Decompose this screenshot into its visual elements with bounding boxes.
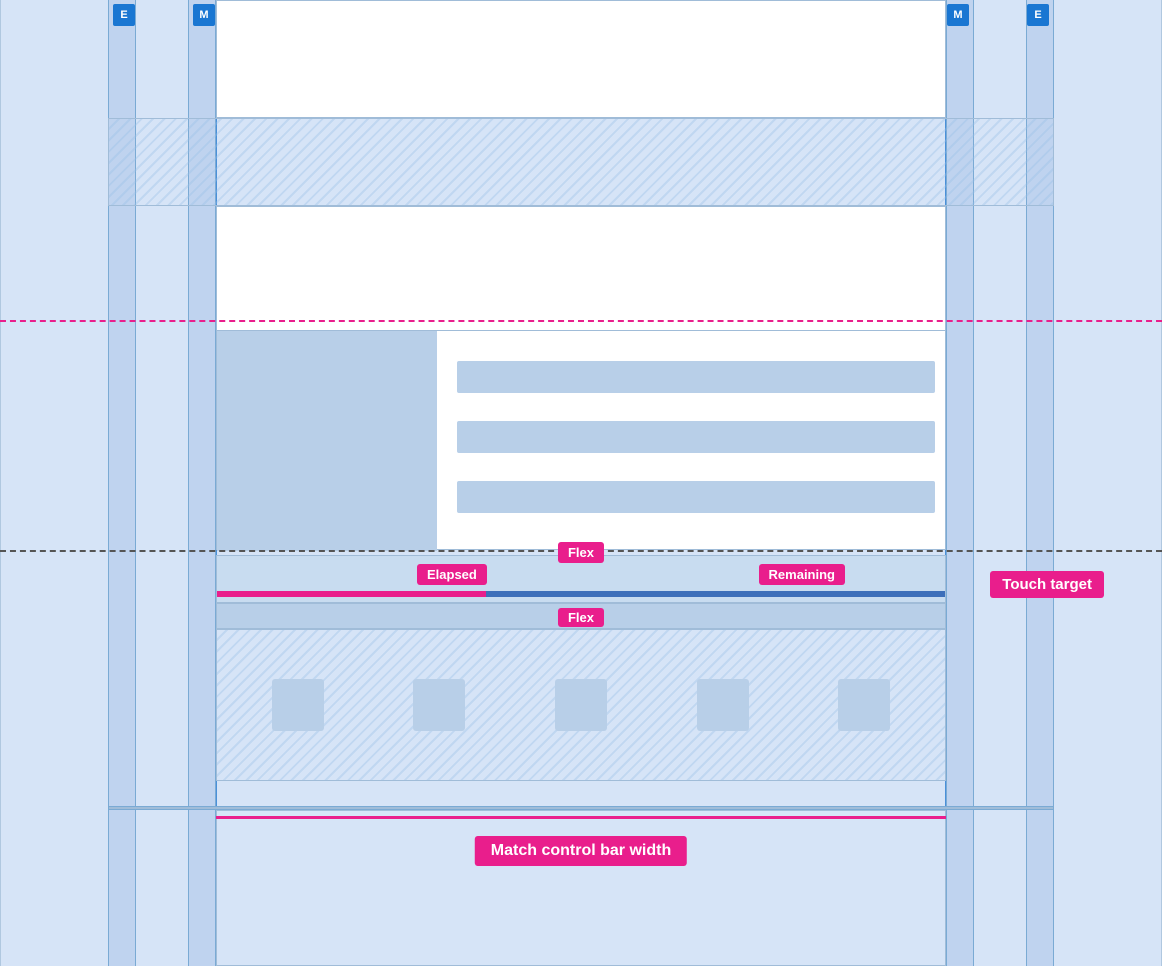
card-area (216, 330, 946, 550)
progress-bar-remaining (486, 591, 945, 597)
flex-label-2: Flex (558, 608, 604, 627)
bottom-pink-line (216, 816, 946, 819)
controls-row: Flex (216, 603, 946, 629)
badge-e-right: E (1027, 4, 1049, 26)
ctrl-btn-3[interactable] (555, 679, 607, 731)
card-image (217, 331, 437, 551)
ctrl-btn-2[interactable] (413, 679, 465, 731)
text-bar-1 (457, 361, 935, 393)
remaining-label: Remaining (759, 564, 845, 585)
progress-bar-elapsed (217, 591, 486, 597)
text-bar-3 (457, 481, 935, 513)
elapsed-label: Elapsed (417, 564, 487, 585)
section-bottom (216, 810, 946, 966)
ctrl-btn-1[interactable] (272, 679, 324, 731)
progress-area: Flex Elapsed Remaining (216, 555, 946, 603)
progress-bar-container (217, 591, 945, 597)
dashed-pink-line (0, 320, 1162, 322)
section-top (216, 0, 946, 118)
section-hatched (108, 118, 1054, 206)
match-control-bar-width-label: Match control bar width (475, 836, 687, 866)
badge-e-left: E (113, 4, 135, 26)
badge-m-left: M (193, 4, 215, 26)
text-bars (457, 361, 945, 513)
ctrl-btn-5[interactable] (838, 679, 890, 731)
text-bar-2 (457, 421, 935, 453)
badge-m-right: M (947, 4, 969, 26)
controls-hatched (216, 629, 946, 781)
touch-target-label: Touch target (990, 571, 1104, 598)
flex-label-1: Flex (558, 542, 604, 563)
ctrl-btn-4[interactable] (697, 679, 749, 731)
vline-outer-left (0, 0, 1, 966)
